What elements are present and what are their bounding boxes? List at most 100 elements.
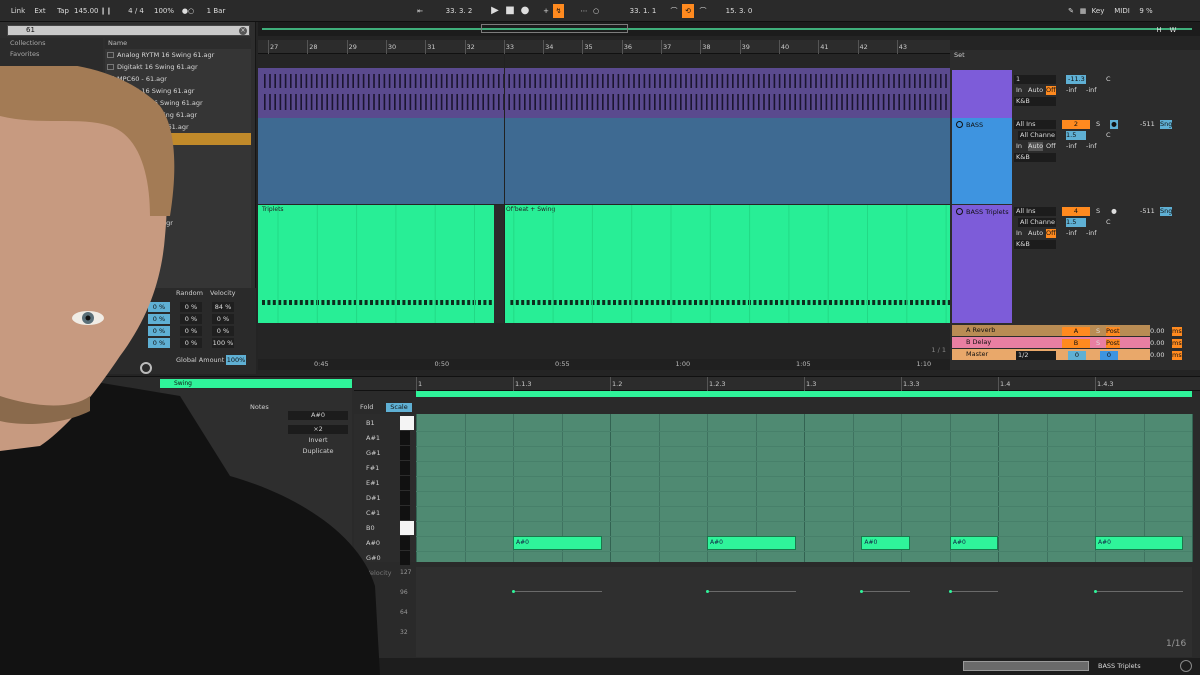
master-output[interactable]: 1/2 xyxy=(1016,351,1056,360)
midi-note[interactable]: A#0 xyxy=(1095,536,1183,550)
search-input[interactable]: 61 xyxy=(7,25,250,36)
session-record-icon[interactable]: ○ xyxy=(591,4,601,18)
return-a-ms[interactable]: ms xyxy=(1172,327,1182,336)
punch-out-icon[interactable]: ⌒ xyxy=(697,4,709,18)
return-b-ms[interactable]: ms xyxy=(1172,339,1182,348)
velocity-marker[interactable] xyxy=(706,589,709,593)
bass-monitor-auto[interactable]: Auto xyxy=(1028,142,1044,151)
loop-start-field[interactable]: 33. 1. 1 xyxy=(620,4,666,18)
punch-in-icon[interactable]: ⌒ xyxy=(668,4,680,18)
device-toggle-icon[interactable] xyxy=(1180,660,1192,672)
bass-triplets-solo-button[interactable]: S xyxy=(1096,207,1100,216)
track-1-monitor-off[interactable]: Off xyxy=(1046,86,1056,95)
return-b-letter[interactable]: B xyxy=(1062,339,1090,348)
tempo-field[interactable]: 145.00 xyxy=(74,4,99,18)
loop-switch-icon[interactable]: ⟲ xyxy=(682,4,694,18)
overview-view-window[interactable] xyxy=(481,24,628,33)
track-1-header[interactable] xyxy=(952,70,1012,118)
midi-note[interactable]: A#0 xyxy=(949,536,998,550)
piano-key[interactable] xyxy=(400,446,410,460)
piano-key[interactable] xyxy=(400,551,410,565)
master-delay[interactable]: 0.00 xyxy=(1150,351,1164,360)
clear-search-icon[interactable]: × xyxy=(239,27,247,35)
velocity-marker[interactable] xyxy=(1094,589,1097,593)
scale-button[interactable]: Scale xyxy=(386,403,412,412)
follow-icon[interactable]: ⇤ xyxy=(414,4,426,18)
ext-button[interactable]: Ext xyxy=(32,4,48,18)
capture-icon[interactable]: ⋯ xyxy=(578,4,590,18)
return-a-reverb[interactable]: A Reverb xyxy=(952,325,1150,336)
master-ms[interactable]: ms xyxy=(1172,351,1182,360)
track-overview-mini[interactable] xyxy=(963,661,1089,671)
bass-triplets-send-a[interactable]: -inf xyxy=(1066,229,1077,238)
return-b-delay[interactable]: 0.00 xyxy=(1150,339,1164,348)
track-1-pan[interactable]: C xyxy=(1106,75,1111,84)
piano-key[interactable] xyxy=(400,431,410,445)
track-1-monitor-in[interactable]: In xyxy=(1016,86,1022,95)
master-vol-b[interactable]: 0 xyxy=(1100,351,1118,360)
bass-delay[interactable]: -511 xyxy=(1140,120,1155,129)
return-a-post[interactable]: Post xyxy=(1106,327,1120,336)
return-b-post[interactable]: Post xyxy=(1106,339,1120,348)
name-column-header[interactable]: Name xyxy=(105,38,251,49)
track-1-volume[interactable]: -11.3 xyxy=(1066,75,1086,84)
bass-triplets-channel[interactable]: All Channe xyxy=(1018,218,1056,227)
quantize-select[interactable]: 1 Bar xyxy=(202,4,230,18)
h-button[interactable]: H xyxy=(1154,23,1164,37)
bass-triplets-track-number[interactable]: 4 xyxy=(1062,207,1090,216)
bass-triplets-monitor-in[interactable]: In xyxy=(1016,229,1022,238)
bass-triplets-arm-icon[interactable]: ● xyxy=(1110,207,1118,216)
track-1-send-a[interactable]: -inf xyxy=(1066,86,1077,95)
link-button[interactable]: Link xyxy=(8,4,28,18)
bass-triplets-monitor-off[interactable]: Off xyxy=(1046,229,1056,238)
w-button[interactable]: W xyxy=(1168,23,1178,37)
record-icon[interactable]: ● xyxy=(519,4,531,18)
midi-note[interactable]: A#0 xyxy=(707,536,797,550)
zoom-field[interactable]: 100% xyxy=(153,4,175,18)
favorites-item[interactable]: Favorites xyxy=(0,49,103,60)
grid-resolution[interactable]: 1/16 xyxy=(1166,639,1186,649)
piano-key[interactable] xyxy=(400,506,410,520)
bass-solo-button[interactable]: S xyxy=(1096,120,1100,129)
return-b-delay[interactable]: B Delay xyxy=(952,337,1150,348)
bass-triplets-delay[interactable]: -511 xyxy=(1140,207,1155,216)
computer-keyboard-icon[interactable]: ▦ xyxy=(1078,4,1088,18)
bass-triplets-track-header[interactable]: BASS Triplets xyxy=(952,205,1012,323)
return-a-solo[interactable]: S xyxy=(1096,327,1100,336)
bass-volume[interactable]: 1.5 xyxy=(1066,131,1086,140)
bass-triplets-monitor-auto[interactable]: Auto xyxy=(1028,229,1043,238)
beat-time-ruler[interactable]: 27 28 29 30 31 32 33 34 35 36 37 38 39 40 41 42 43 xyxy=(258,40,950,54)
metronome-icon[interactable]: ●○ xyxy=(178,4,198,18)
bass-output[interactable]: K&B xyxy=(1014,153,1056,162)
return-b-solo[interactable]: S xyxy=(1096,339,1100,348)
file-item[interactable]: Analog RYTM 16 Swing 61.agr xyxy=(105,49,251,61)
bass-send-b[interactable]: -inf xyxy=(1086,142,1097,151)
bass-monitor-in[interactable]: In xyxy=(1016,142,1022,151)
nudge-icon[interactable]: ❙❙ xyxy=(100,4,112,18)
arrangement-overview[interactable]: H W xyxy=(258,22,1200,36)
velocity-marker[interactable] xyxy=(948,589,952,593)
master-vol-a[interactable]: 0 xyxy=(1068,351,1086,360)
bass-track-number[interactable]: 2 xyxy=(1062,120,1090,129)
midi-note[interactable]: A#0 xyxy=(861,536,910,550)
clip-ruler[interactable]: 1 1.1.3 1.2 1.2.3 1.3 1.3.3 1.4 1.4.3 xyxy=(354,377,1200,391)
loop-length-field[interactable]: 15. 3. 0 xyxy=(716,4,762,18)
midi-map-button[interactable]: MIDI xyxy=(1114,4,1130,18)
track-1-send-b[interactable]: -inf xyxy=(1086,86,1097,95)
piano-key[interactable] xyxy=(400,491,410,505)
bass-triplets-input[interactable]: All Ins xyxy=(1014,207,1056,216)
play-icon[interactable]: ▶ xyxy=(489,4,501,18)
time-signature-field[interactable]: 4 / 4 xyxy=(124,4,148,18)
track-activator-icon[interactable] xyxy=(956,121,963,128)
bass-triplets-send-b[interactable]: -inf xyxy=(1086,229,1097,238)
overdub-icon[interactable]: + xyxy=(541,4,551,18)
stop-icon[interactable]: ■ xyxy=(504,4,516,18)
note-editor-grid[interactable]: A#0 A#0 A#0 A#0 A#0 xyxy=(416,414,1193,562)
piano-key[interactable] xyxy=(400,416,414,430)
track-1-output[interactable]: K&B xyxy=(1014,97,1056,106)
bass-triplets-sng[interactable]: Sng xyxy=(1160,207,1173,216)
bass-arm-icon[interactable]: ● xyxy=(1110,120,1118,129)
track-1-monitor-auto[interactable]: Auto xyxy=(1028,86,1043,95)
piano-key[interactable] xyxy=(400,521,414,535)
bass-send-a[interactable]: -inf xyxy=(1066,142,1077,151)
